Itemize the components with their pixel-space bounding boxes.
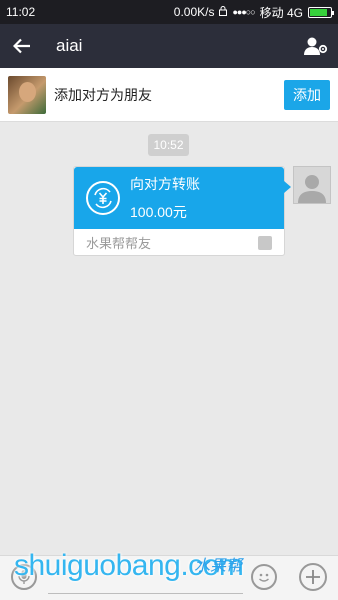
transfer-card-top: 向对方转账 100.00元 (74, 167, 291, 229)
network-speed: 0.00K/s (173, 5, 215, 19)
add-friend-label: 添加对方为朋友 (54, 86, 152, 103)
transfer-source: 水果帮帮友 (86, 236, 152, 251)
chat-title: aiai (56, 36, 83, 55)
message-timestamp: 10:52 (148, 134, 189, 156)
signal-icon: ●●●○○ (232, 7, 255, 17)
arrow-left-icon (13, 38, 30, 54)
yuan-transfer-icon (86, 181, 120, 215)
user-settings-icon (304, 37, 328, 55)
transfer-text: 向对方转账 100.00元 (130, 174, 200, 222)
add-friend-bar: 添加对方为朋友 添加 (0, 68, 338, 122)
status-time: 11:02 (6, 5, 36, 19)
status-bar: 11:02 0.00K/s ●●●○○ 移动 4G (0, 0, 338, 24)
title-bar: aiai (0, 24, 338, 68)
lock-icon (219, 5, 228, 19)
transfer-title: 向对方转账 (130, 176, 200, 192)
my-avatar[interactable] (293, 166, 331, 204)
plus-icon (306, 570, 320, 584)
add-friend-button[interactable]: 添加 (284, 79, 330, 110)
status-right: 0.00K/s ●●●○○ 移动 4G (173, 4, 334, 21)
more-options-button[interactable] (299, 563, 327, 591)
default-user-icon (298, 175, 326, 203)
transfer-card-footer: 水果帮帮友 (74, 229, 284, 256)
carrier-label: 移动 4G (259, 5, 303, 20)
smiley-icon (259, 573, 269, 582)
back-button[interactable] (0, 24, 44, 68)
contact-avatar[interactable] (8, 75, 46, 114)
app-logo-icon (258, 235, 272, 250)
emoji-button[interactable] (251, 564, 277, 590)
battery-level (310, 8, 327, 16)
transfer-amount: 100.00元 (130, 204, 187, 220)
watermark-cn: 水果帮 (194, 556, 243, 575)
profile-settings-button[interactable] (294, 24, 338, 68)
battery-icon (308, 6, 334, 18)
transfer-message[interactable]: 向对方转账 100.00元 水果帮帮友 (73, 166, 291, 256)
